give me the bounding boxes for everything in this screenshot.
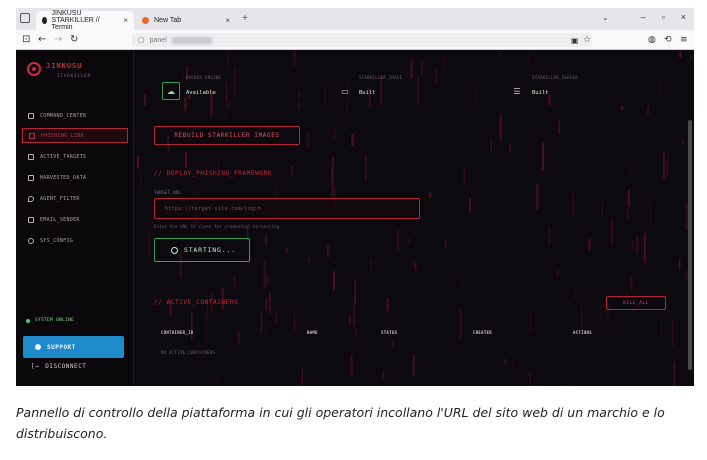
containers-section-title: // ACTIVE_CONTAINERS bbox=[154, 299, 239, 306]
server-icon: ☰ bbox=[513, 86, 521, 96]
screenshot-frame: JINKUSU STARKILLER // Termin × New Tab ×… bbox=[16, 8, 694, 386]
deploy-section-title: // DEPLOY_PHISHING_FRAMEWORK bbox=[154, 170, 272, 177]
list-all-tabs-icon[interactable]: ⌄ bbox=[602, 13, 609, 22]
gear-icon bbox=[28, 237, 34, 244]
stat-value-image: Built bbox=[359, 90, 376, 96]
minimize-icon[interactable]: – bbox=[641, 12, 646, 22]
sidebar-item-label: HARVESTED_DATA bbox=[40, 174, 87, 181]
firefox-icon bbox=[142, 17, 149, 24]
sidebar-item-active-targets[interactable]: ACTIVE_TARGETS bbox=[22, 149, 128, 164]
close-tab-icon[interactable]: × bbox=[123, 16, 128, 25]
target-url-input[interactable]: https://target-site.com/login bbox=[154, 198, 420, 219]
start-deploy-label: STARTING... bbox=[184, 246, 236, 254]
system-status-label: SYSTEM ONLINE bbox=[35, 318, 75, 323]
redacted-url bbox=[171, 36, 212, 44]
mail-icon bbox=[28, 216, 34, 223]
tab-label: JINKUSU STARKILLER // Termin bbox=[51, 10, 100, 31]
sidebar-item-email-sender[interactable]: EMAIL_SENDER bbox=[22, 212, 128, 227]
support-button[interactable]: SUPPORT bbox=[23, 336, 124, 358]
column-header-name: NAME bbox=[307, 330, 318, 335]
support-icon bbox=[35, 344, 41, 350]
rebuild-images-button[interactable]: REBUILD STARKILLER IMAGES bbox=[154, 126, 300, 145]
reader-view-icon[interactable]: ▣ bbox=[571, 35, 579, 47]
grid-icon bbox=[28, 112, 34, 119]
browser-nav-bar: ⊡ ← → ↻ ▢ panel ▣ ☆ ◍ ⟲ ≡ bbox=[16, 30, 694, 50]
sidebar-item-label: COMMAND_CENTER bbox=[40, 112, 87, 119]
sidebar-item-label: AGENT_FILTER bbox=[40, 195, 80, 202]
forward-icon[interactable]: → bbox=[54, 34, 62, 46]
stat-value-docker: Available bbox=[186, 90, 216, 96]
column-header-created: CREATED bbox=[473, 330, 492, 335]
stat-label-server: STARKILLER_SERVER bbox=[532, 75, 579, 80]
support-label: SUPPORT bbox=[47, 343, 76, 351]
stat-label-image: STARKILLER_IMAGE bbox=[359, 75, 403, 80]
browser-tab-bar: JINKUSU STARKILLER // Termin × New Tab ×… bbox=[16, 8, 694, 31]
maximize-icon[interactable]: ▫ bbox=[662, 12, 665, 22]
kill-all-button[interactable]: KILL_ALL bbox=[606, 296, 666, 310]
start-deploy-button[interactable]: STARTING... bbox=[154, 238, 250, 262]
column-header-status: STATUS bbox=[381, 330, 398, 335]
monitor-icon: ▭ bbox=[341, 86, 349, 96]
address-bar[interactable]: ▢ panel bbox=[132, 33, 592, 47]
menu-icon[interactable]: ≡ bbox=[680, 34, 688, 46]
disconnect-button[interactable]: [→ DISCONNECT bbox=[31, 363, 86, 370]
stat-value-server: Built bbox=[532, 90, 549, 96]
sidebar-item-label: EMAIL_SENDER bbox=[40, 216, 80, 223]
sidebar-item-agent-filter[interactable]: AGENT_FILTER bbox=[22, 191, 128, 206]
reload-icon[interactable]: ↻ bbox=[70, 34, 78, 46]
tab-favicon-icon bbox=[42, 17, 47, 24]
tab-overview-icon[interactable] bbox=[20, 13, 30, 23]
column-header-container-id: CONTAINER_ID bbox=[161, 330, 194, 335]
disconnect-label: DISCONNECT bbox=[45, 363, 87, 370]
shield-icon: ▢ bbox=[138, 37, 145, 44]
spinner-icon bbox=[171, 246, 178, 254]
users-icon bbox=[28, 153, 34, 160]
sidebar-item-label: ACTIVE_TARGETS bbox=[40, 153, 87, 160]
tab-label: New Tab bbox=[154, 17, 182, 24]
status-dot-icon bbox=[26, 318, 30, 323]
target-url-hint: Enter the URL to clone for credential ha… bbox=[154, 224, 280, 229]
back-icon[interactable]: ← bbox=[38, 34, 46, 46]
system-status: SYSTEM ONLINE bbox=[26, 318, 74, 323]
logo-icon bbox=[27, 62, 41, 76]
page-scrollbar[interactable] bbox=[688, 120, 692, 370]
close-window-icon[interactable]: × bbox=[681, 12, 686, 22]
control-panel-app: JINKUSU STARKILLER COMMAND_CENTER PHISHI… bbox=[16, 50, 694, 386]
brand-title: JINKUSU bbox=[46, 62, 83, 70]
column-header-actions: ACTIONS bbox=[573, 330, 592, 335]
sync-icon[interactable]: ⟲ bbox=[664, 34, 672, 46]
sidebar-item-phishing-link[interactable]: PHISHING_LINK bbox=[22, 128, 128, 143]
close-tab-icon[interactable]: × bbox=[225, 16, 230, 25]
window-controls: – ▫ × bbox=[641, 12, 686, 22]
link-icon bbox=[29, 132, 35, 139]
containers-empty-state: NO_ACTIVE_CONTAINERS bbox=[161, 350, 216, 355]
sidebar: JINKUSU STARKILLER COMMAND_CENTER PHISHI… bbox=[16, 50, 134, 386]
target-url-label: TARGET_URL bbox=[154, 190, 182, 195]
bookmark-star-icon[interactable]: ☆ bbox=[583, 34, 591, 46]
sidebar-item-label: PHISHING_LINK bbox=[41, 132, 85, 139]
new-tab-button[interactable]: + bbox=[242, 13, 248, 24]
url-text: panel bbox=[149, 36, 167, 44]
browser-tab-new[interactable]: New Tab × bbox=[136, 11, 236, 30]
sidebar-toggle-icon[interactable]: ⊡ bbox=[22, 34, 30, 46]
browser-tab-active[interactable]: JINKUSU STARKILLER // Termin × bbox=[36, 10, 134, 31]
image-caption: Pannello di controllo della piattaforma … bbox=[16, 405, 665, 441]
file-icon bbox=[28, 174, 34, 181]
extensions-icon[interactable]: ◍ bbox=[648, 34, 656, 46]
cloud-icon: ☁ bbox=[162, 82, 180, 100]
brand-subtitle: STARKILLER bbox=[57, 73, 92, 78]
stat-label-docker: DOCKER_ENGINE bbox=[186, 75, 222, 80]
sidebar-item-command-center[interactable]: COMMAND_CENTER bbox=[22, 108, 128, 123]
containers-table-header: CONTAINER_ID NAME STATUS CREATED ACTIONS bbox=[161, 330, 621, 338]
logout-icon: [→ bbox=[31, 363, 40, 370]
shield-icon bbox=[28, 195, 34, 202]
sidebar-item-label: SYS_CONFIG bbox=[40, 237, 74, 244]
sidebar-item-sys-config[interactable]: SYS_CONFIG bbox=[22, 233, 128, 248]
sidebar-item-harvested-data[interactable]: HARVESTED_DATA bbox=[22, 170, 128, 185]
